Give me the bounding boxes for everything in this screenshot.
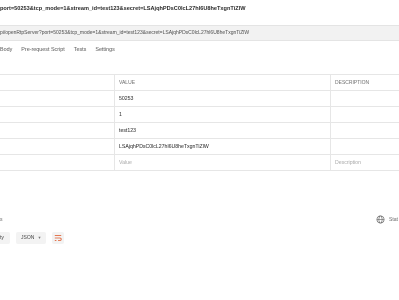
tab-body[interactable]: Body — [0, 47, 12, 61]
value-header: VALUE — [115, 75, 331, 90]
view-select-label: ty — [0, 235, 4, 241]
format-select-label: JSON — [21, 235, 35, 241]
description-cell[interactable] — [331, 139, 399, 154]
table-row: test123 — [0, 123, 399, 139]
key-cell[interactable] — [0, 107, 115, 122]
wrap-lines-icon — [54, 235, 62, 241]
description-cell[interactable] — [331, 91, 399, 106]
new-value-input[interactable]: Value — [115, 155, 331, 170]
key-cell[interactable] — [0, 139, 115, 154]
format-select[interactable]: JSON ▾ — [16, 232, 46, 244]
table-row: 1 — [0, 107, 399, 123]
description-cell[interactable] — [331, 123, 399, 138]
key-cell[interactable] — [0, 91, 115, 106]
new-param-row: Value Description — [0, 155, 399, 171]
params-table: VALUE DESCRIPTION 50253 1 test123 LSAjqh… — [0, 74, 399, 171]
table-row: LSAjqhPDsC0lcL27hl6U8heTxgnTiZlW — [0, 139, 399, 155]
request-tabs: Body Pre-request Script Tests Settings — [0, 47, 124, 61]
status-label: Stat — [389, 217, 398, 223]
request-title: port=50253&tcp_mode=1&stream_id=test123&… — [0, 6, 246, 12]
tab-tests[interactable]: Tests — [74, 47, 87, 61]
tab-pre-request-script[interactable]: Pre-request Script — [21, 47, 64, 61]
view-select[interactable]: ty — [0, 232, 10, 244]
description-header: DESCRIPTION — [335, 79, 370, 86]
table-header-row: VALUE DESCRIPTION — [0, 75, 399, 91]
key-header-cell — [0, 75, 115, 90]
value-cell[interactable]: LSAjqhPDsC0lcL27hl6U8heTxgnTiZlW — [115, 139, 331, 154]
value-cell[interactable]: 50253 — [115, 91, 331, 106]
response-toolbar: ty JSON ▾ — [0, 231, 64, 245]
chevron-down-icon: ▾ — [38, 235, 41, 240]
description-cell[interactable] — [331, 107, 399, 122]
wrap-lines-button[interactable] — [51, 232, 64, 244]
url-input[interactable]: pi/openRtpServer?port=50253&tcp_mode=1&s… — [0, 25, 399, 41]
table-row: 50253 — [0, 91, 399, 107]
value-cell[interactable]: 1 — [115, 107, 331, 122]
globe-icon[interactable] — [376, 215, 385, 224]
status-text: s — [0, 217, 3, 223]
new-description-input[interactable]: Description — [331, 155, 399, 170]
new-key-cell[interactable] — [0, 155, 115, 170]
value-cell[interactable]: test123 — [115, 123, 331, 138]
key-cell[interactable] — [0, 123, 115, 138]
tab-settings[interactable]: Settings — [95, 47, 114, 61]
